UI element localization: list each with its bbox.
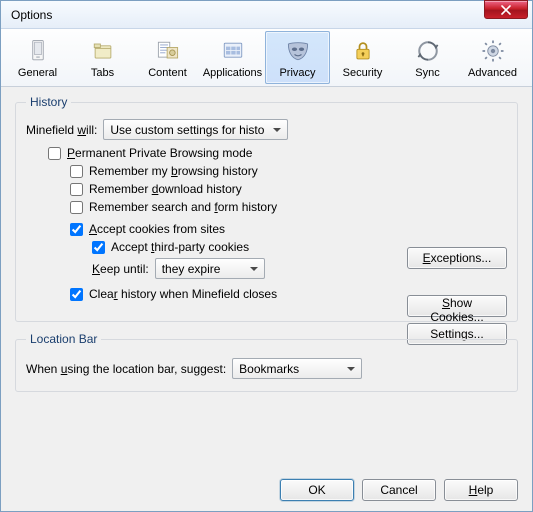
tab-general[interactable]: General xyxy=(5,31,70,84)
tabs-icon xyxy=(87,36,119,66)
general-icon xyxy=(22,36,54,66)
tab-privacy-label: Privacy xyxy=(279,67,315,79)
clear-on-close-checkbox[interactable] xyxy=(70,288,83,301)
tab-advanced[interactable]: Advanced xyxy=(460,31,525,84)
security-lock-icon xyxy=(347,36,379,66)
category-toolbar: General Tabs Content Applications Privac… xyxy=(1,29,532,87)
tab-security[interactable]: Security xyxy=(330,31,395,84)
content-icon xyxy=(152,36,184,66)
titlebar[interactable]: Options xyxy=(1,1,532,29)
keep-until-select[interactable]: they expire xyxy=(155,258,265,279)
show-cookies-button[interactable]: Show Cookies... xyxy=(407,295,507,317)
advanced-gear-icon xyxy=(477,36,509,66)
tab-content-label: Content xyxy=(148,67,187,79)
help-button[interactable]: Help xyxy=(444,479,518,501)
history-group: History Minefield will: Use custom setti… xyxy=(15,95,518,322)
tab-general-label: General xyxy=(18,67,57,79)
minefield-will-label: Minefield will: xyxy=(26,123,97,137)
window-title: Options xyxy=(7,8,52,22)
accept-cookies-label: Accept cookies from sites xyxy=(89,222,225,236)
remember-download-checkbox[interactable] xyxy=(70,183,83,196)
tab-content[interactable]: Content xyxy=(135,31,200,84)
accept-third-label: Accept third-party cookies xyxy=(111,240,249,254)
history-legend: History xyxy=(26,95,71,109)
accept-third-checkbox[interactable] xyxy=(92,241,105,254)
sync-icon xyxy=(412,36,444,66)
location-suggest-select[interactable]: Bookmarks xyxy=(232,358,362,379)
remember-browsing-checkbox[interactable] xyxy=(70,165,83,178)
tab-sync[interactable]: Sync xyxy=(395,31,460,84)
cancel-button[interactable]: Cancel xyxy=(362,479,436,501)
permanent-private-label: Permanent Private Browsing mode xyxy=(67,146,252,160)
content-area: History Minefield will: Use custom setti… xyxy=(1,87,532,392)
permanent-private-checkbox[interactable] xyxy=(48,147,61,160)
remember-browsing-label: Remember my browsing history xyxy=(89,164,258,178)
location-suggest-label: When using the location bar, suggest: xyxy=(26,362,226,376)
tab-sync-label: Sync xyxy=(415,67,439,79)
history-mode-select[interactable]: Use custom settings for history xyxy=(103,119,288,140)
remember-forms-label: Remember search and form history xyxy=(89,200,277,214)
tab-applications[interactable]: Applications xyxy=(200,31,265,84)
dialog-footer: OK Cancel Help xyxy=(280,479,518,501)
tab-tabs[interactable]: Tabs xyxy=(70,31,135,84)
tab-applications-label: Applications xyxy=(203,67,262,79)
remember-forms-checkbox[interactable] xyxy=(70,201,83,214)
close-icon xyxy=(501,5,511,15)
close-button[interactable] xyxy=(484,0,528,19)
options-window: Options General Tabs Content xyxy=(0,0,533,512)
tab-tabs-label: Tabs xyxy=(91,67,114,79)
location-bar-legend: Location Bar xyxy=(26,332,101,346)
tab-advanced-label: Advanced xyxy=(468,67,517,79)
ok-button[interactable]: OK xyxy=(280,479,354,501)
tab-privacy[interactable]: Privacy xyxy=(265,31,330,84)
exceptions-button[interactable]: Exceptions... xyxy=(407,247,507,269)
accept-cookies-checkbox[interactable] xyxy=(70,223,83,236)
remember-download-label: Remember download history xyxy=(89,182,242,196)
tab-security-label: Security xyxy=(343,67,383,79)
privacy-mask-icon xyxy=(282,36,314,66)
keep-until-label: Keep until: xyxy=(92,262,149,276)
applications-icon xyxy=(217,36,249,66)
location-bar-group: Location Bar When using the location bar… xyxy=(15,332,518,392)
clear-on-close-label: Clear history when Minefield closes xyxy=(89,287,277,301)
